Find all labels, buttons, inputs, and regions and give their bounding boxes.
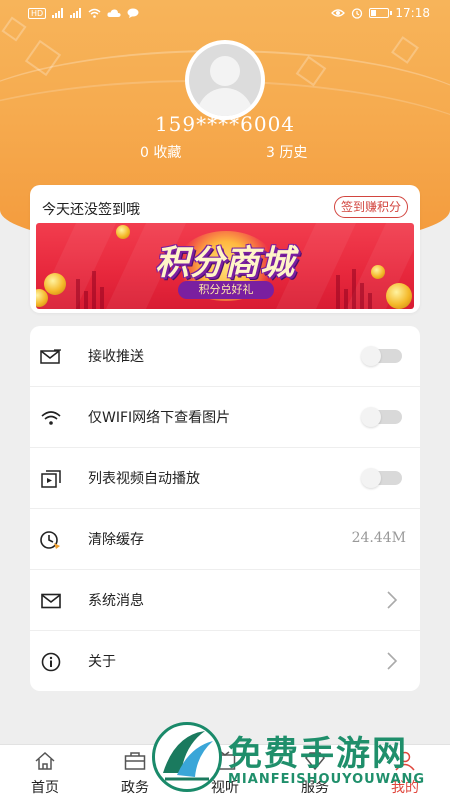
sign-in-card: 今天还没签到哦 签到赚积分 积分商城 积分兑好礼	[30, 185, 420, 313]
favorites-stat[interactable]: 0 收藏	[140, 142, 181, 162]
chat-icon	[127, 8, 139, 18]
setting-about[interactable]: 关于	[30, 631, 420, 692]
setting-label: 清除缓存	[88, 532, 144, 548]
wifi-icon	[88, 8, 101, 18]
signal-icon	[70, 8, 82, 18]
sign-in-button[interactable]: 签到赚积分	[333, 196, 408, 218]
hd-icon: HD	[28, 7, 47, 19]
video-icon	[40, 468, 62, 490]
clock-icon	[40, 529, 62, 551]
setting-label: 关于	[88, 654, 116, 670]
cache-size: 24.44M	[351, 530, 406, 546]
favorites-count: 0	[140, 145, 149, 161]
history-label: 历史	[279, 145, 308, 161]
setting-system-messages[interactable]: 系统消息	[30, 570, 420, 631]
status-time: 17:18	[395, 6, 430, 20]
setting-label: 接收推送	[88, 349, 144, 365]
watermark-logo	[152, 722, 222, 792]
setting-label: 仅WIFI网络下查看图片	[88, 410, 231, 426]
user-phone: 159****6004	[154, 112, 296, 136]
history-stat[interactable]: 3 历史	[266, 142, 307, 162]
setting-receive-push[interactable]: 接收推送	[30, 326, 420, 387]
setting-label: 列表视频自动播放	[88, 471, 200, 487]
settings-list: 接收推送 仅WIFI网络下查看图片 列表视频自动播放 清除缓存 24.44M 系…	[30, 326, 420, 691]
briefcase-icon	[124, 752, 146, 770]
points-mall-banner[interactable]: 积分商城 积分兑好礼	[36, 223, 414, 309]
eye-icon	[331, 8, 346, 18]
signal-icon	[52, 8, 64, 18]
favorites-label: 收藏	[153, 145, 182, 161]
watermark: 免费手游网 MIANFEISHOUYOUWANG	[152, 722, 442, 800]
setting-clear-cache[interactable]: 清除缓存 24.44M	[30, 509, 420, 570]
wifi-icon	[40, 407, 62, 429]
info-icon	[40, 651, 62, 673]
chevron-right-icon	[387, 652, 398, 670]
history-count: 3	[266, 145, 275, 161]
status-bar: HD 17:18	[0, 0, 450, 26]
chevron-right-icon	[387, 591, 398, 609]
envelope-icon	[40, 346, 62, 368]
wifi-images-toggle[interactable]	[361, 407, 402, 427]
alarm-icon	[351, 7, 363, 19]
push-toggle[interactable]	[361, 346, 402, 366]
setting-label: 系统消息	[88, 593, 144, 609]
nav-label: 首页	[31, 780, 59, 796]
banner-title: 积分商城	[155, 243, 295, 283]
autoplay-toggle[interactable]	[361, 468, 402, 488]
banner-subtitle: 积分兑好礼	[178, 281, 274, 299]
battery-icon	[369, 8, 393, 18]
setting-autoplay-video[interactable]: 列表视频自动播放	[30, 448, 420, 509]
setting-wifi-images[interactable]: 仅WIFI网络下查看图片	[30, 387, 420, 448]
header-decoration	[391, 36, 419, 64]
watermark-title: 免费手游网	[228, 734, 408, 774]
avatar-placeholder-icon	[189, 44, 261, 116]
coin-icon	[386, 283, 412, 309]
watermark-subtitle: MIANFEISHOUYOUWANG	[228, 772, 426, 787]
home-icon	[35, 751, 55, 770]
nav-home[interactable]: 首页	[15, 745, 75, 800]
mail-icon	[40, 590, 62, 612]
sign-in-message: 今天还没签到哦	[42, 202, 140, 218]
cloud-icon	[107, 8, 121, 18]
avatar[interactable]	[185, 40, 265, 120]
